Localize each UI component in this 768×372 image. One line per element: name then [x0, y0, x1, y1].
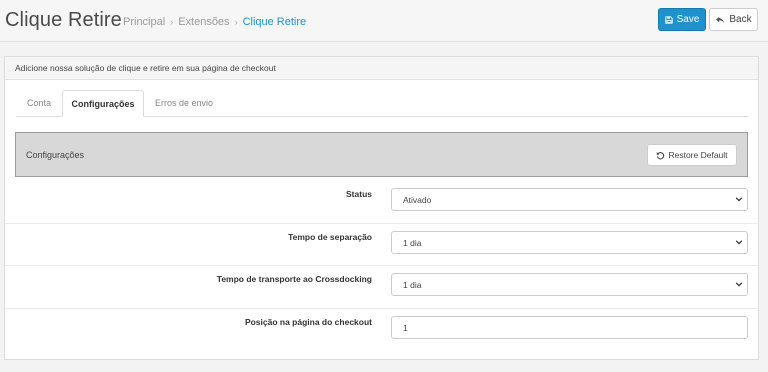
form-row-status: Status Ativado [5, 181, 758, 224]
chevron-down-icon [735, 280, 743, 290]
tempo-separacao-value: 1 dia [403, 237, 422, 248]
save-button[interactable]: Save [658, 8, 706, 31]
save-icon [664, 15, 673, 24]
tempo-transporte-select[interactable]: 1 dia [391, 273, 748, 296]
posicao-checkout-value: 1 [403, 322, 408, 333]
breadcrumb-separator: › [170, 17, 174, 27]
tempo-separacao-label: Tempo de separação [288, 232, 372, 242]
tempo-transporte-label: Tempo de transporte ao Crossdocking [216, 274, 372, 284]
status-select[interactable]: Ativado [391, 188, 748, 211]
undo-icon [656, 151, 665, 160]
tempo-separacao-select[interactable]: 1 dia [391, 231, 748, 254]
tempo-transporte-value: 1 dia [403, 279, 422, 290]
form-row-tempo-separacao: Tempo de separação 1 dia [5, 223, 758, 266]
breadcrumb-extensions[interactable]: Extensões [178, 16, 229, 28]
config-section: Configurações Restore Default [15, 132, 748, 177]
config-section-title: Configurações [26, 150, 85, 160]
status-label: Status [346, 189, 372, 199]
panel-heading: Adicione nossa solução de clique e retir… [5, 57, 758, 80]
chevron-down-icon [735, 238, 743, 248]
breadcrumb: Principal › Extensões › Clique Retire [123, 16, 306, 28]
restore-default-button[interactable]: Restore Default [647, 144, 737, 166]
tab-configuracoes[interactable]: Configurações [62, 90, 144, 117]
tab-erros-de-envio[interactable]: Erros de envio [144, 90, 224, 117]
form-row-tempo-transporte: Tempo de transporte ao Crossdocking 1 di… [5, 265, 758, 308]
form-row-posicao-checkout: Posição na página do checkout 1 [5, 308, 758, 351]
chevron-down-icon [735, 195, 743, 205]
reply-arrow-icon [715, 16, 725, 24]
page-header: Clique Retire Principal › Extensões › Clique… [0, 0, 768, 42]
tab-bar: Conta Configurações Erros de envio [16, 90, 748, 117]
page-title: Clique Retire [5, 9, 122, 31]
back-button[interactable]: Back [709, 8, 758, 31]
posicao-checkout-input[interactable]: 1 [391, 316, 748, 339]
status-value: Ativado [403, 194, 432, 205]
save-label: Save [676, 14, 700, 25]
breadcrumb-separator: › [234, 17, 238, 27]
breadcrumb-current[interactable]: Clique Retire [243, 16, 307, 28]
posicao-checkout-label: Posição na página do checkout [244, 317, 372, 327]
restore-default-label: Restore Default [668, 150, 728, 160]
back-label: Back [729, 14, 752, 25]
tab-conta[interactable]: Conta [16, 90, 62, 117]
settings-panel: Adicione nossa solução de clique e retir… [4, 56, 759, 360]
breadcrumb-home[interactable]: Principal [123, 16, 165, 28]
